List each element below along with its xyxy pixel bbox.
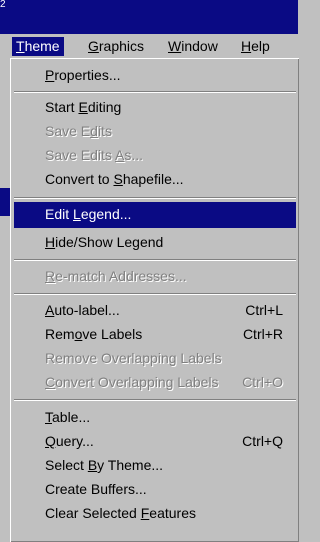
mnemonic-underline: A bbox=[45, 302, 55, 318]
menu-item-remove-labels[interactable]: Remove Labels Ctrl+R bbox=[14, 322, 296, 348]
menu-item-save-edits[interactable]: Save Edits bbox=[14, 119, 296, 145]
menu-item-shortcut: Ctrl+L bbox=[245, 302, 283, 318]
mnemonic-underline: B bbox=[87, 457, 98, 473]
menu-item-label: Edit Legend... bbox=[45, 206, 132, 222]
menu-item-auto-label[interactable]: Auto-label... Ctrl+L bbox=[14, 298, 296, 324]
menu-item-shortcut: Ctrl+Q bbox=[242, 433, 283, 449]
menu-item-convert-to-shapefile[interactable]: Convert to Shapefile... bbox=[14, 167, 296, 193]
menu-item-label: Query... bbox=[45, 433, 94, 449]
title-bar: 2 bbox=[0, 0, 298, 34]
menu-item-shortcut: Ctrl+R bbox=[242, 326, 283, 342]
mnemonic-underline: P bbox=[45, 67, 55, 83]
menu-separator bbox=[14, 259, 296, 261]
menu-item-label: Start Editing bbox=[45, 99, 122, 115]
mnemonic-underline: C bbox=[45, 374, 56, 390]
menu-item-label: Properties... bbox=[45, 67, 121, 83]
menu-window[interactable]: Window bbox=[164, 37, 222, 56]
menu-graphics[interactable]: Graphics bbox=[84, 37, 148, 56]
mnemonic-underline: T bbox=[45, 409, 52, 425]
mnemonic-underline: A bbox=[115, 147, 125, 163]
menu-item-label: Clear Selected Features bbox=[45, 505, 196, 521]
menu-item-properties[interactable]: Properties... bbox=[14, 63, 296, 89]
menu-item-label: Save Edits As... bbox=[45, 147, 144, 163]
menu-item-edit-legend[interactable]: Edit Legend... bbox=[14, 202, 296, 228]
mnemonic-underline: F bbox=[140, 505, 150, 521]
menu-help[interactable]: Help bbox=[237, 37, 274, 56]
menu-item-label: Remove Overlapping Labels bbox=[45, 350, 222, 366]
menu-graphics-mnemonic: G bbox=[88, 38, 99, 54]
menu-item-label: Table... bbox=[45, 409, 91, 425]
mnemonic-underline: E bbox=[78, 99, 88, 115]
menu-item-hide-show-legend[interactable]: Hide/Show Legend bbox=[14, 230, 296, 256]
menu-item-label: Auto-label... bbox=[45, 302, 120, 318]
menu-item-clear-selected-features[interactable]: Clear Selected Features bbox=[14, 501, 296, 527]
menu-item-select-by-theme[interactable]: Select By Theme... bbox=[14, 453, 296, 479]
menu-item-create-buffers[interactable]: Create Buffers... bbox=[14, 477, 296, 503]
menu-graphics-label: raphics bbox=[98, 38, 145, 54]
menu-item-start-editing[interactable]: Start Editing bbox=[14, 95, 296, 121]
menu-window-mnemonic: W bbox=[168, 38, 182, 54]
menu-help-mnemonic: H bbox=[241, 38, 252, 54]
menu-theme[interactable]: Theme bbox=[12, 37, 64, 56]
menu-item-label: Save Edits bbox=[45, 123, 112, 139]
menu-item-query[interactable]: Query... Ctrl+Q bbox=[14, 429, 296, 455]
menu-item-rematch-addresses[interactable]: Re-match Addresses... bbox=[14, 264, 296, 290]
mnemonic-underline: L bbox=[73, 206, 81, 222]
menu-separator bbox=[14, 399, 296, 401]
menu-item-label: Select By Theme... bbox=[45, 457, 164, 473]
menu-bar: Theme Graphics Window Help bbox=[0, 34, 298, 59]
mnemonic-underline: d bbox=[90, 123, 98, 139]
menu-item-label: Convert to Shapefile... bbox=[45, 171, 184, 187]
menu-item-shortcut: Ctrl+O bbox=[242, 374, 283, 390]
menu-theme-label: heme bbox=[24, 38, 60, 54]
menu-item-remove-overlapping-labels[interactable]: Remove Overlapping Labels bbox=[14, 346, 296, 372]
mnemonic-underline: R bbox=[45, 268, 56, 284]
menu-item-label: Remove Labels bbox=[45, 326, 143, 342]
menu-item-save-edits-as[interactable]: Save Edits As... bbox=[14, 143, 296, 169]
mnemonic-underline: S bbox=[113, 171, 123, 187]
title-corner-mark: 2 bbox=[0, 0, 6, 10]
menu-item-label: Hide/Show Legend bbox=[45, 234, 164, 250]
menu-separator bbox=[14, 197, 296, 199]
menu-item-label: Re-match Addresses... bbox=[45, 268, 187, 284]
theme-dropdown-menu: Properties... Start Editing Save Edits S… bbox=[10, 58, 299, 542]
menu-item-table[interactable]: Table... bbox=[14, 405, 296, 431]
mnemonic-underline: g bbox=[168, 350, 177, 366]
background-selection bbox=[0, 188, 10, 216]
menu-separator bbox=[14, 91, 296, 93]
mnemonic-underline: Q bbox=[45, 433, 56, 449]
menu-item-label: Create Buffers... bbox=[45, 481, 147, 497]
mnemonic-underline: H bbox=[45, 234, 56, 250]
menu-theme-mnemonic: T bbox=[16, 38, 25, 54]
mnemonic-underline: o bbox=[74, 326, 83, 342]
menu-help-label: elp bbox=[251, 38, 270, 54]
menu-item-convert-overlapping-labels[interactable]: Convert Overlapping Labels Ctrl+O bbox=[14, 370, 296, 396]
menu-window-label: indow bbox=[181, 38, 218, 54]
menu-separator bbox=[14, 293, 296, 295]
menu-item-label: Convert Overlapping Labels bbox=[45, 374, 219, 390]
